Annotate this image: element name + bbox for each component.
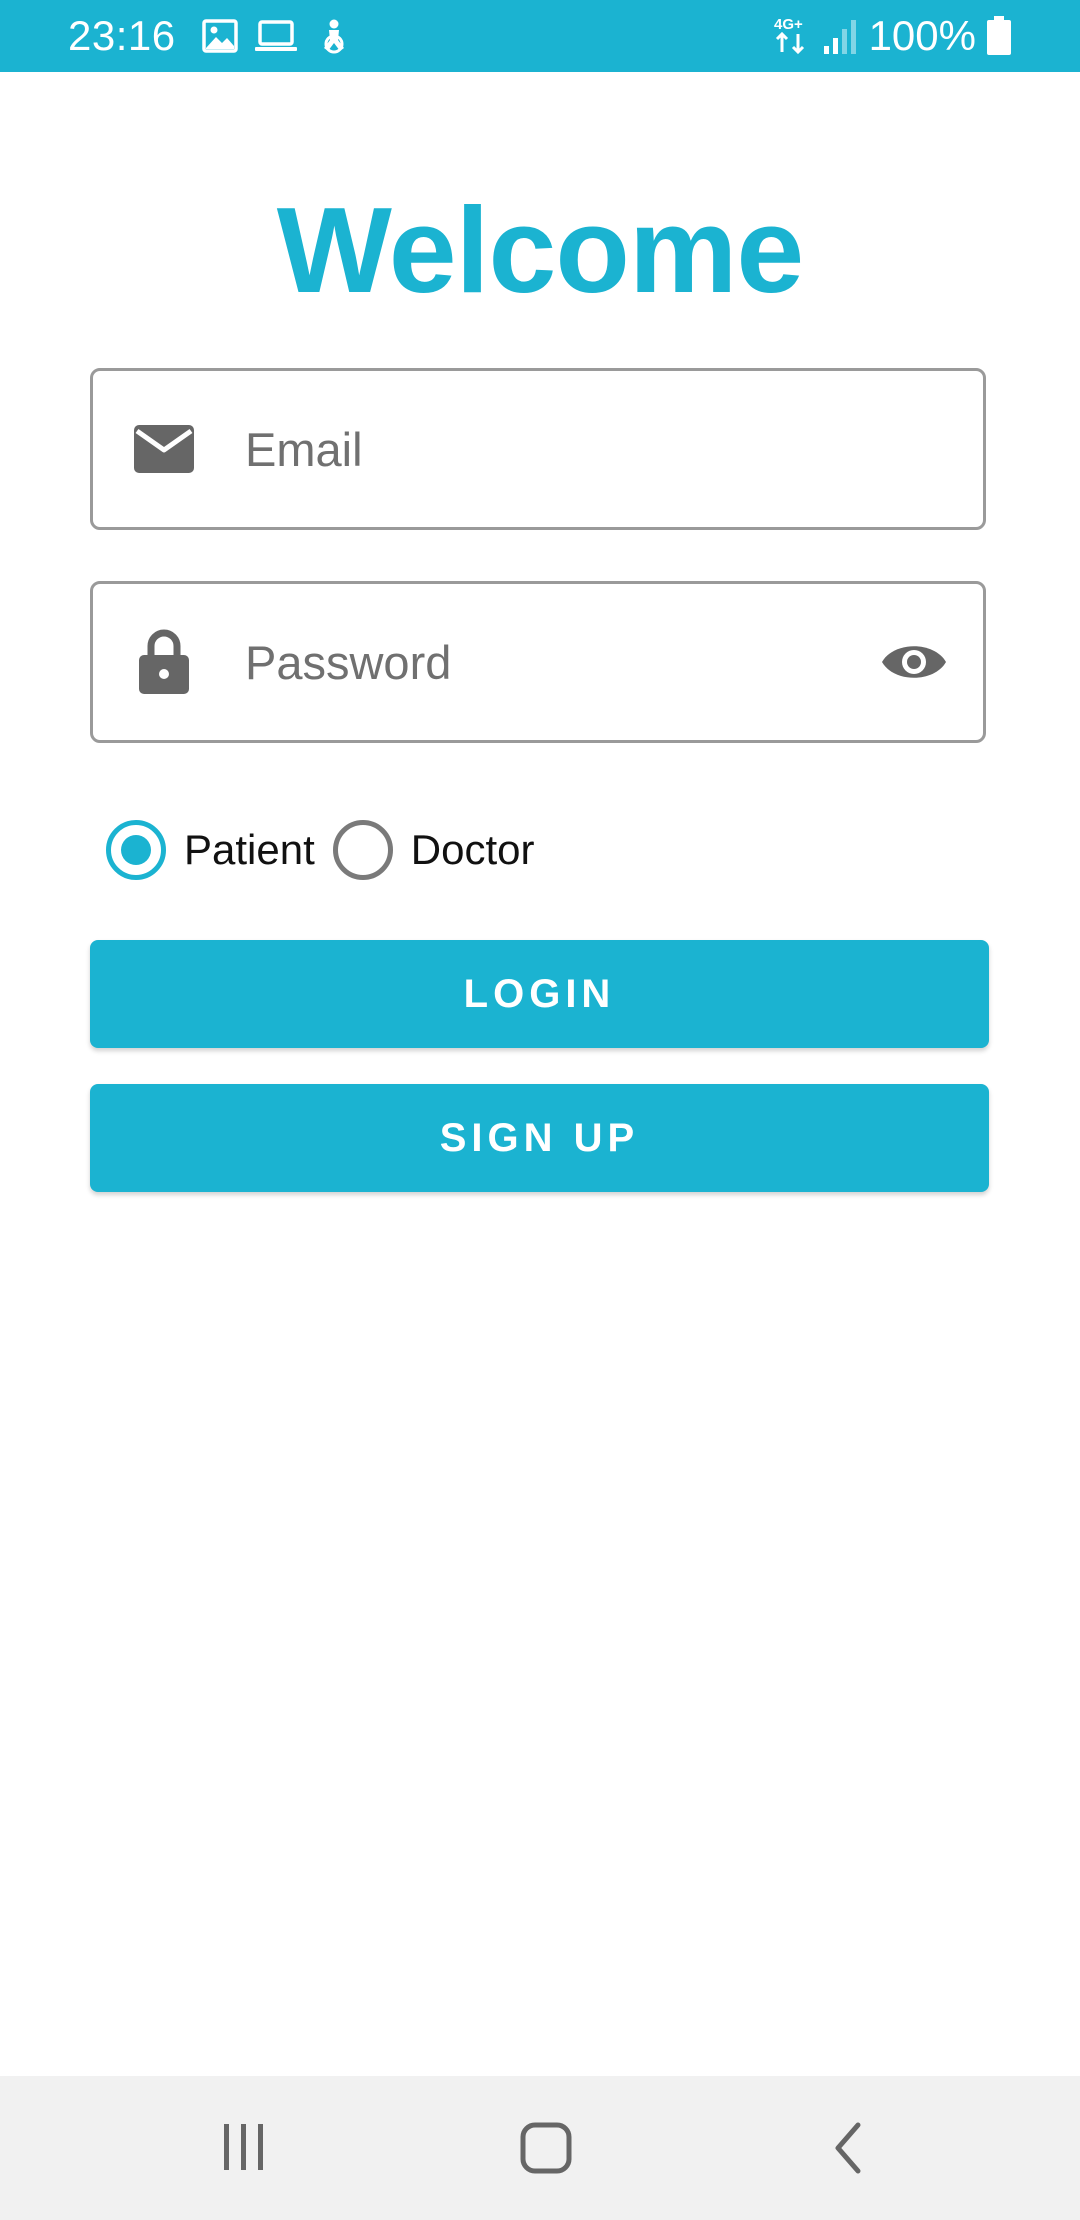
network-4g-icon: 4G+ bbox=[772, 14, 812, 63]
password-field[interactable] bbox=[90, 581, 986, 743]
radio-button-patient[interactable] bbox=[106, 820, 166, 880]
lock-icon bbox=[133, 629, 195, 694]
password-input[interactable] bbox=[245, 584, 845, 740]
image-icon bbox=[202, 18, 238, 59]
email-field[interactable] bbox=[90, 368, 986, 530]
radio-label-patient: Patient bbox=[184, 826, 315, 873]
battery-percentage: 100% bbox=[868, 12, 976, 59]
signal-icon bbox=[820, 16, 860, 61]
eye-icon[interactable] bbox=[879, 627, 949, 697]
mail-icon bbox=[133, 418, 195, 480]
home-icon[interactable] bbox=[506, 2108, 586, 2188]
back-icon[interactable] bbox=[808, 2108, 888, 2188]
role-radio-group: Patient Doctor bbox=[106, 818, 552, 882]
navigation-bar bbox=[0, 2076, 1080, 2220]
battery-icon bbox=[986, 16, 1012, 61]
accessibility-icon bbox=[316, 18, 352, 59]
radio-option-patient[interactable]: Patient bbox=[106, 820, 315, 880]
status-bar: 23:16 4G+ 100% bbox=[0, 0, 1080, 72]
radio-label-doctor: Doctor bbox=[410, 826, 535, 873]
email-input[interactable] bbox=[245, 371, 845, 527]
svg-text:4G+: 4G+ bbox=[774, 16, 803, 33]
status-time: 23:16 bbox=[68, 12, 176, 59]
login-screen: 23:16 4G+ 100% Welcome Email Patient Doc… bbox=[0, 0, 1080, 2220]
page-title: Welcome bbox=[276, 182, 804, 318]
signup-button[interactable]: SIGN UP bbox=[90, 1084, 989, 1192]
laptop-icon bbox=[254, 18, 298, 59]
recents-icon[interactable] bbox=[204, 2108, 284, 2188]
login-button[interactable]: LOGIN bbox=[90, 940, 989, 1048]
radio-option-doctor[interactable]: Doctor bbox=[332, 820, 535, 880]
radio-button-doctor[interactable] bbox=[332, 820, 393, 880]
